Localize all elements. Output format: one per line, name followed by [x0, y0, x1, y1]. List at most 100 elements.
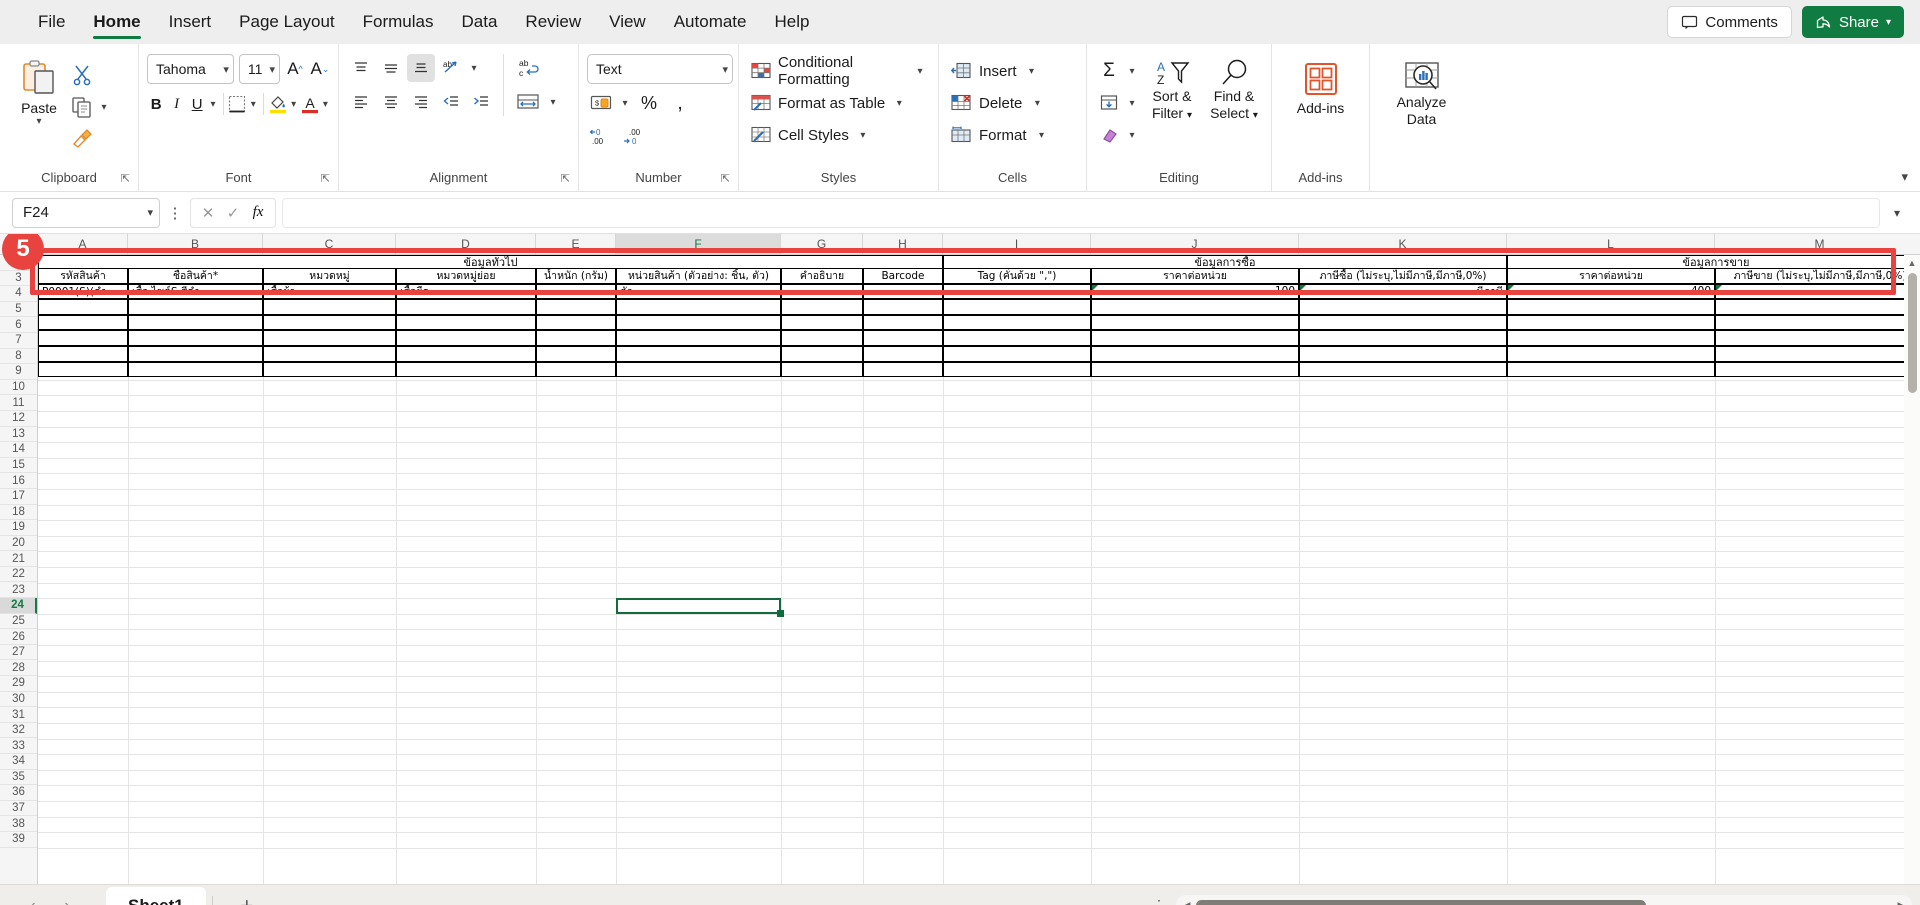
header-cell-10[interactable]: ภาษีซื้อ (ไม่ระบุ,ไม่มีภาษี,มีภาษี,0%): [1299, 268, 1507, 284]
empty-table-cell[interactable]: [943, 314, 1091, 331]
empty-table-cell[interactable]: [128, 314, 263, 331]
group-header-2[interactable]: ข้อมูลการขาย: [1507, 255, 1920, 268]
fill-color-chevron-down-icon[interactable]: ▾: [289, 99, 298, 110]
empty-table-cell[interactable]: [1715, 314, 1920, 331]
vertical-scrollbar[interactable]: ▲: [1904, 255, 1920, 884]
grid-cells[interactable]: ข้อมูลทั่วไป ข้อมูลการซื้อ ข้อมูลการขายรหั…: [38, 255, 1920, 884]
sort-and-filter-button[interactable]: AZ Sort & Filter ▾: [1143, 56, 1201, 150]
empty-table-cell[interactable]: [396, 361, 536, 378]
empty-table-cell[interactable]: [1507, 346, 1715, 362]
fill-button[interactable]: ▾: [1095, 88, 1139, 118]
group-header-0[interactable]: ข้อมูลทั่วไป: [38, 255, 943, 268]
merge-chevron-down-icon[interactable]: ▾: [546, 97, 560, 108]
empty-table-cell[interactable]: [863, 346, 943, 362]
header-cell-3[interactable]: หมวดหมู่ย่อย: [396, 268, 536, 284]
empty-table-cell[interactable]: [1091, 330, 1299, 346]
header-cell-11[interactable]: ราคาต่อหน่วย: [1507, 268, 1715, 284]
row-header-21[interactable]: 21: [0, 551, 37, 567]
row-header-3[interactable]: 3: [0, 270, 37, 287]
header-cell-12[interactable]: ภาษีขาย (ไม่ระบุ,ไม่มีภาษี,มีภาษี,0%): [1715, 268, 1920, 284]
paste-chevron-down-icon[interactable]: ▾: [32, 116, 46, 127]
header-cell-8[interactable]: Tag (คั่นด้วย ","): [943, 268, 1091, 284]
decrease-decimal-button[interactable]: 0.00: [587, 122, 615, 150]
empty-table-cell[interactable]: [781, 299, 863, 315]
row-header-8[interactable]: 8: [0, 348, 37, 365]
data-cell-0[interactable]: P0001(S)(ดำ: [38, 283, 128, 300]
empty-table-cell[interactable]: [128, 330, 263, 346]
merge-and-center-button[interactable]: [512, 88, 544, 116]
comments-button[interactable]: Comments: [1667, 6, 1792, 38]
row-header-33[interactable]: 33: [0, 738, 37, 754]
row-header-38[interactable]: 38: [0, 816, 37, 832]
add-ins-button[interactable]: Add-ins: [1280, 54, 1361, 117]
ribbon-tab-help[interactable]: Help: [760, 0, 823, 44]
horizontal-scrollbar[interactable]: ◀ ▶: [1176, 895, 1912, 905]
accounting-format-button[interactable]: $: [587, 89, 615, 117]
font-dialog-launcher[interactable]: ⇱: [321, 170, 330, 188]
row-header-24[interactable]: 24: [0, 598, 37, 614]
more-vertical-icon[interactable]: ⋮: [166, 204, 184, 222]
empty-table-cell[interactable]: [781, 330, 863, 346]
column-header-h[interactable]: H: [863, 234, 943, 254]
underline-button[interactable]: U: [188, 90, 206, 118]
fill-color-button[interactable]: [269, 90, 287, 118]
empty-table-cell[interactable]: [943, 361, 1091, 378]
data-cell-4[interactable]: [536, 283, 616, 300]
expand-formula-bar-icon[interactable]: ▾: [1886, 206, 1908, 220]
group-header-1[interactable]: ข้อมูลการซื้อ: [943, 255, 1507, 268]
row-header-14[interactable]: 14: [0, 442, 37, 458]
bold-button[interactable]: B: [147, 90, 165, 118]
scroll-up-icon[interactable]: ▲: [1908, 255, 1917, 271]
empty-table-cell[interactable]: [1507, 314, 1715, 331]
increase-font-size-button[interactable]: A ^: [285, 55, 305, 83]
header-cell-5[interactable]: หน่วยสินค้า (ตัวอย่าง: ชิ้น, ตัว): [616, 268, 781, 284]
italic-button[interactable]: I: [167, 90, 185, 118]
header-cell-4[interactable]: น้ำหนัก (กรัม): [536, 268, 616, 284]
row-header-15[interactable]: 15: [0, 457, 37, 474]
header-cell-0[interactable]: รหัสสินค้า: [38, 268, 128, 284]
row-header-9[interactable]: 9: [0, 364, 37, 380]
copy-button[interactable]: ▾: [70, 92, 111, 122]
ribbon-tab-automate[interactable]: Automate: [660, 0, 761, 44]
analyze-data-button[interactable]: Analyze Data: [1378, 54, 1465, 128]
empty-table-cell[interactable]: [38, 330, 128, 346]
row-header-16[interactable]: 16: [0, 473, 37, 489]
empty-table-cell[interactable]: [863, 361, 943, 378]
font-color-chevron-down-icon[interactable]: ▾: [321, 99, 330, 110]
empty-table-cell[interactable]: [943, 346, 1091, 362]
cancel-icon[interactable]: ✕: [197, 204, 219, 222]
row-header-5[interactable]: 5: [0, 301, 37, 318]
empty-table-cell[interactable]: [396, 299, 536, 315]
column-header-b[interactable]: B: [128, 234, 263, 254]
empty-table-cell[interactable]: [1715, 346, 1920, 362]
font-size-combobox[interactable]: 11 ▾: [238, 54, 280, 84]
ribbon-tab-file[interactable]: File: [24, 0, 79, 44]
cell-styles-button[interactable]: Cell Styles ▾: [747, 120, 930, 150]
ribbon-tab-insert[interactable]: Insert: [155, 0, 226, 44]
insert-cells-button[interactable]: Insert ▾: [947, 56, 1053, 86]
add-sheet-button[interactable]: +: [229, 890, 265, 905]
empty-table-cell[interactable]: [863, 314, 943, 331]
row-header-23[interactable]: 23: [0, 582, 37, 599]
ribbon-tab-home[interactable]: Home: [79, 0, 154, 44]
row-header-17[interactable]: 17: [0, 488, 37, 505]
column-header-l[interactable]: L: [1507, 234, 1715, 254]
data-cell-5[interactable]: ตัว: [616, 283, 781, 300]
alignment-dialog-launcher[interactable]: ⇱: [561, 170, 570, 188]
row-header-6[interactable]: 6: [0, 317, 37, 333]
data-cell-2[interactable]: เสื้อผ้า: [263, 283, 396, 300]
data-cell-1[interactable]: เสื้อ ไซต์S สีดำ: [128, 283, 263, 300]
row-header-36[interactable]: 36: [0, 785, 37, 801]
find-and-select-button[interactable]: Find & Select ▾: [1205, 56, 1263, 150]
ribbon-tab-page-layout[interactable]: Page Layout: [225, 0, 348, 44]
empty-table-cell[interactable]: [38, 314, 128, 331]
empty-table-cell[interactable]: [263, 346, 396, 362]
empty-table-cell[interactable]: [616, 299, 781, 315]
empty-table-cell[interactable]: [1299, 330, 1507, 346]
column-header-j[interactable]: J: [1091, 234, 1299, 254]
insert-function-icon[interactable]: fx: [247, 204, 269, 221]
empty-table-cell[interactable]: [1299, 299, 1507, 315]
empty-table-cell[interactable]: [1091, 314, 1299, 331]
borders-button[interactable]: [228, 90, 246, 118]
align-center-button[interactable]: [377, 88, 405, 116]
